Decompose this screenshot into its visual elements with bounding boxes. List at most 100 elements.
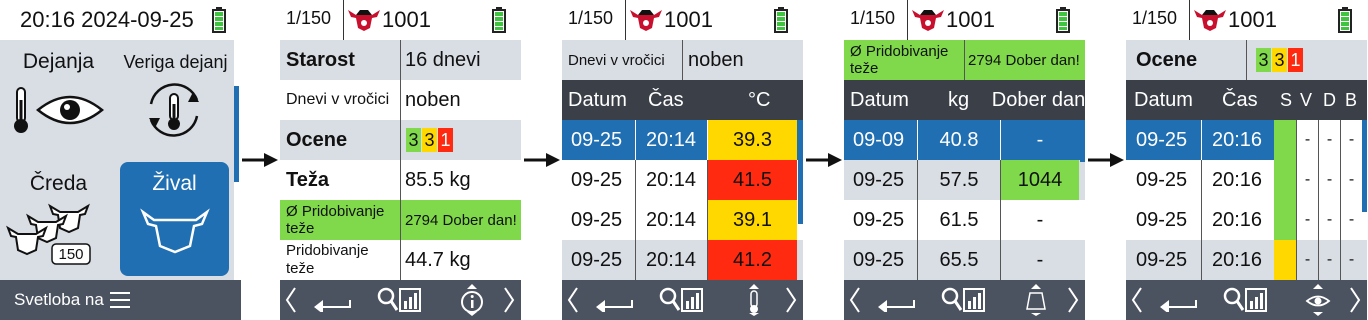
- cell-gain: 1044: [1001, 160, 1079, 200]
- scrollbar[interactable]: [1080, 120, 1085, 162]
- score-badges: 331: [1256, 40, 1304, 80]
- row-label: Ocene: [1136, 48, 1198, 71]
- score-s-indicator: [1274, 200, 1296, 240]
- row-label: Starost: [286, 48, 355, 71]
- detail-row-teza[interactable]: Teža 85.5 kg: [280, 160, 521, 200]
- row-label: Pridobivanje teže: [286, 242, 369, 277]
- flow-arrow-icon: [806, 150, 842, 170]
- row-value: 44.7 kg: [405, 248, 471, 271]
- search-chart-icon[interactable]: [658, 284, 704, 316]
- prev-icon[interactable]: [848, 284, 862, 316]
- scrollbar[interactable]: [798, 120, 803, 224]
- cell-gain: -: [1036, 208, 1044, 231]
- cell-v: -: [1296, 160, 1318, 200]
- cell-d: -: [1318, 200, 1340, 240]
- prev-icon[interactable]: [566, 284, 580, 316]
- thermometer-icon[interactable]: [744, 284, 764, 316]
- search-chart-icon[interactable]: [376, 284, 422, 316]
- info-icon[interactable]: [458, 284, 486, 316]
- table-row[interactable]: 09-09 40.8 -: [844, 120, 1085, 160]
- row-label: Teža: [286, 168, 329, 191]
- prev-icon[interactable]: [1130, 284, 1144, 316]
- scrollbar[interactable]: [1362, 120, 1367, 212]
- search-chart-icon[interactable]: [1222, 284, 1268, 316]
- row-value: noben: [688, 48, 744, 71]
- cell-temp: 41.5: [708, 160, 797, 200]
- tile-dejanja[interactable]: Dejanja: [0, 40, 117, 160]
- fever-days-row: Dnevi v vročici noben: [562, 40, 803, 80]
- flow-arrow-icon: [242, 150, 278, 170]
- back-icon[interactable]: [1156, 284, 1200, 316]
- bottom-bar: [280, 280, 521, 320]
- table-row[interactable]: 09-25 20:14 41.5: [562, 160, 803, 200]
- battery-icon: [1056, 7, 1070, 33]
- next-icon[interactable]: [784, 284, 798, 316]
- eye-icon[interactable]: [1304, 284, 1332, 316]
- table-row[interactable]: 09-25 20:16 - - -: [1126, 200, 1367, 240]
- prev-icon[interactable]: [284, 284, 298, 316]
- score-badge: 1: [438, 128, 453, 152]
- col-header-datum: Datum: [568, 88, 627, 111]
- battery-icon: [492, 7, 506, 33]
- table-row[interactable]: 09-25 20:14 41.2: [562, 240, 803, 280]
- bottom-bar: [562, 280, 803, 320]
- weight-scale-icon[interactable]: [1024, 284, 1048, 316]
- cell-kg: 40.8: [939, 128, 979, 151]
- detail-row-dnevi-v-vrocici[interactable]: Dnevi v vročici noben: [280, 80, 521, 120]
- table-header: Datum Čas S V D B: [1126, 80, 1367, 120]
- status-bar: 1/150 1001: [280, 0, 521, 40]
- table-row[interactable]: 09-25 20:14 39.3: [562, 120, 803, 160]
- animal-counter: 1/150: [850, 8, 896, 28]
- table-row[interactable]: 09-25 57.5 1044: [844, 160, 1085, 200]
- flow-arrow-icon: [524, 150, 560, 170]
- light-toggle-label[interactable]: Svetloba na: [14, 290, 104, 310]
- cell-date: 09-09: [853, 128, 905, 151]
- score-badge: 3: [1256, 48, 1271, 72]
- col-header-v: V: [1300, 89, 1313, 110]
- cell-v: -: [1296, 200, 1318, 240]
- cell-temp: 39.3: [708, 120, 797, 160]
- battery-icon: [212, 7, 226, 33]
- tile-label: Čreda: [29, 172, 88, 195]
- col-header-datum: Datum: [1134, 88, 1193, 111]
- detail-row-avg-gain[interactable]: Ø Pridobivanje teže 2794 Dober dan!: [280, 200, 521, 240]
- menu-icon[interactable]: [110, 291, 130, 309]
- scrollbar[interactable]: [234, 86, 239, 182]
- back-icon[interactable]: [592, 284, 636, 316]
- row-label: Ocene: [286, 128, 348, 151]
- bottom-bar: Svetloba na: [0, 280, 241, 320]
- cell-time: 20:16: [1212, 128, 1263, 151]
- table-row[interactable]: 09-25 20:16 - - -: [1126, 120, 1367, 160]
- table-row[interactable]: 09-25 20:14 39.1: [562, 200, 803, 240]
- tile-creda[interactable]: Čreda 150: [0, 160, 117, 280]
- cell-d: -: [1318, 240, 1340, 280]
- animal-counter: 1/150: [286, 8, 332, 28]
- animal-id: 1001: [664, 7, 713, 32]
- detail-row-ocene[interactable]: Ocene 331: [280, 120, 521, 160]
- table-row[interactable]: 09-25 61.5 -: [844, 200, 1085, 240]
- table-row[interactable]: 09-25 65.5 -: [844, 240, 1085, 280]
- search-chart-icon[interactable]: [940, 284, 986, 316]
- table-row[interactable]: 09-25 20:16 - - -: [1126, 160, 1367, 200]
- cell-time: 20:14: [646, 128, 697, 151]
- animal-counter: 1/150: [568, 8, 614, 28]
- tile-zival[interactable]: Žival: [120, 162, 229, 276]
- row-label: Ø Pridobivanje teže: [286, 203, 385, 237]
- row-value: 85.5 kg: [405, 168, 471, 191]
- table-header: Datum Čas °C: [562, 80, 803, 120]
- back-icon[interactable]: [874, 284, 918, 316]
- next-icon[interactable]: [502, 284, 516, 316]
- table-row[interactable]: 09-25 20:16 - - -: [1126, 240, 1367, 280]
- col-header-cas: Čas: [1222, 88, 1258, 111]
- detail-row-gain[interactable]: Pridobivanje teže 44.7 kg: [280, 240, 521, 280]
- cell-gain: -: [1036, 248, 1044, 271]
- back-icon[interactable]: [310, 284, 354, 316]
- detail-row-starost[interactable]: Starost 16 dnevi: [280, 40, 521, 80]
- row-label: Dnevi v vročici: [568, 51, 665, 69]
- cow-logo-icon: [1192, 6, 1228, 32]
- next-icon[interactable]: [1066, 284, 1080, 316]
- home-screen: 20:16 2024-09-25 Dejanja Veriga dejanj Č…: [0, 0, 241, 320]
- tile-veriga-dejanj[interactable]: Veriga dejanj: [117, 40, 234, 160]
- cell-date: 09-25: [1136, 248, 1188, 271]
- next-icon[interactable]: [1348, 284, 1362, 316]
